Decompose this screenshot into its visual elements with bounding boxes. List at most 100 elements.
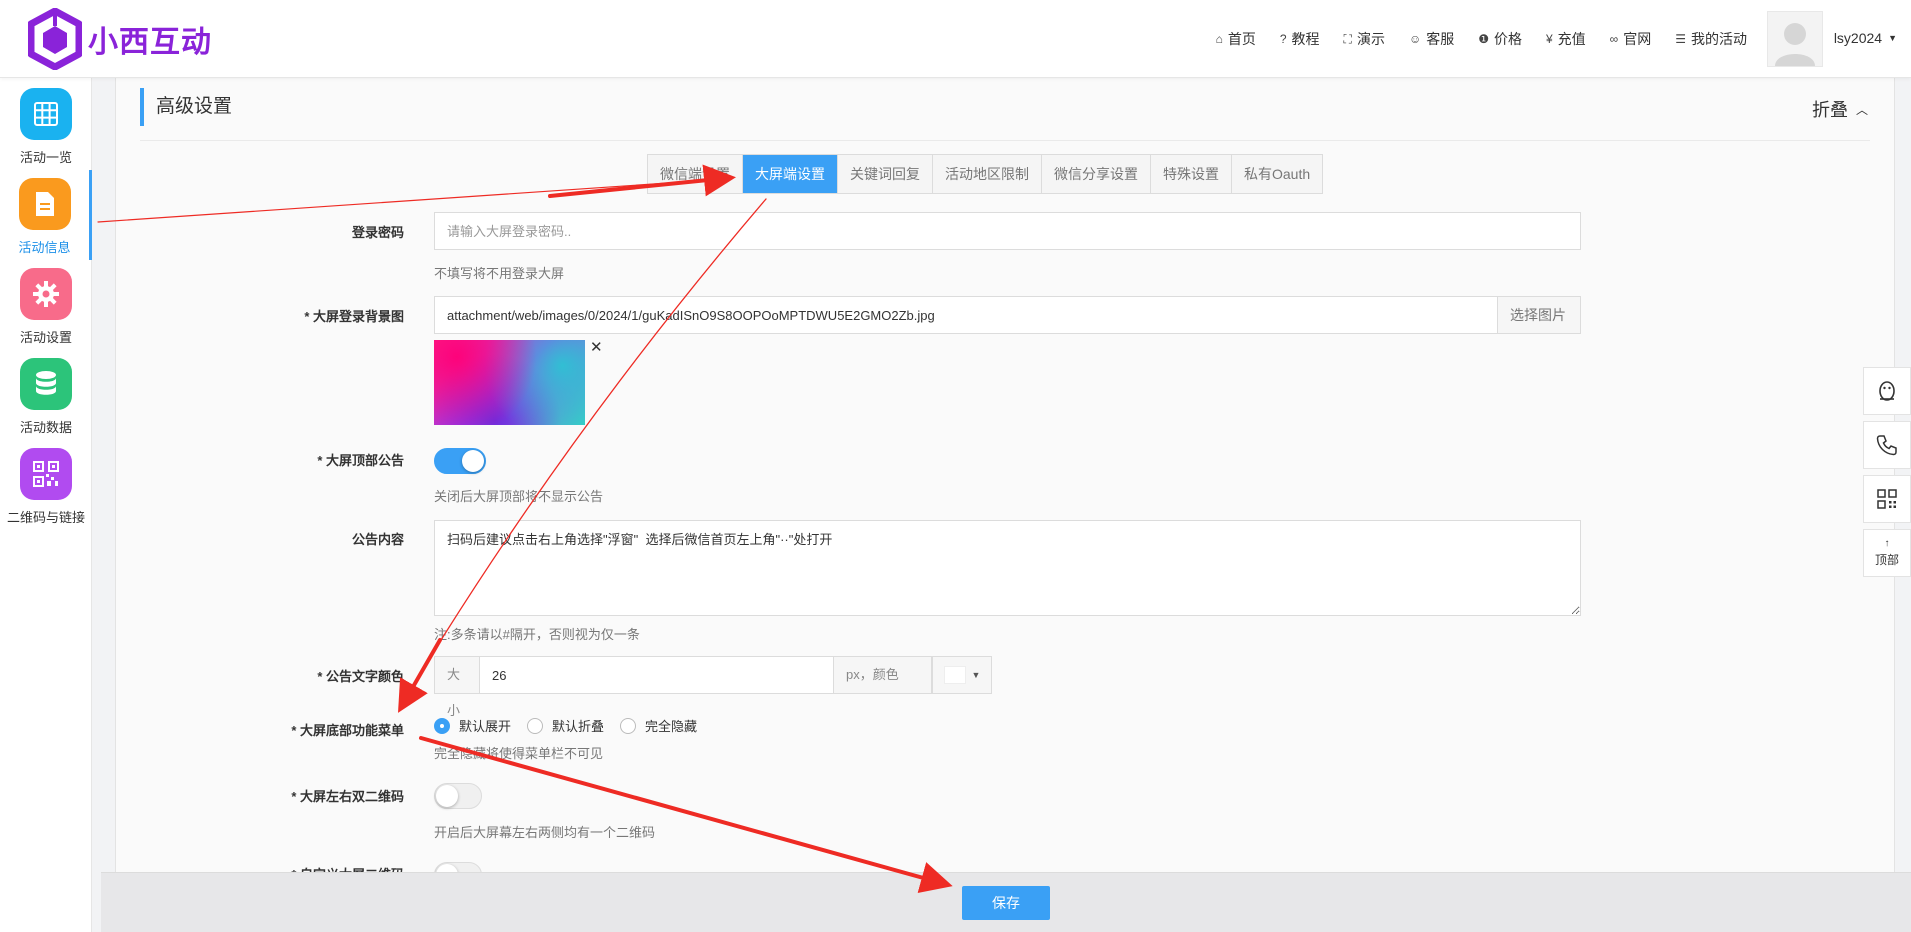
left-sidebar: 活动一览 活动信息 活动设置 活动数据 二维码与链接 (0, 78, 92, 932)
bottom-menu-radio-group: 默认展开 默认折叠 完全隐藏 (434, 716, 713, 735)
radio-dot (620, 717, 637, 734)
home-icon: ⌂ (1215, 32, 1223, 46)
qrcode-button[interactable] (1863, 475, 1911, 523)
nav-home[interactable]: ⌂ 首页 (1216, 29, 1256, 49)
user-menu[interactable]: lsy2024 ▼ (1834, 30, 1897, 46)
grid-icon (20, 88, 72, 140)
link-icon: ∞ (1609, 32, 1619, 46)
color-picker[interactable]: ▼ (932, 656, 992, 694)
tab-bigscreen-settings[interactable]: 大屏端设置 (743, 155, 838, 193)
yen-icon: ¥ (1545, 32, 1553, 46)
caret-down-icon: ▼ (1888, 33, 1897, 43)
nav-recharge[interactable]: ¥ 充值 (1546, 29, 1586, 49)
nav-service[interactable]: ☺ 客服 (1409, 29, 1454, 49)
sidebar-item-label: 活动信息 (18, 240, 71, 255)
login-password-input[interactable] (434, 212, 1581, 250)
avatar[interactable] (1767, 11, 1823, 67)
close-icon[interactable]: ✕ (590, 338, 603, 356)
toggle-knob (462, 450, 484, 472)
section-title: 高级设置 (140, 88, 232, 126)
brand-logo[interactable]: 小西互动 (28, 8, 212, 70)
tab-keyword-reply[interactable]: 关键词回复 (838, 155, 933, 193)
chevron-down-icon: ▼ (971, 670, 981, 680)
nav-label: 充值 (1557, 31, 1586, 47)
login-bg-label: * 大屏登录背景图 (304, 309, 404, 324)
nav-demo[interactable]: ⛶ 演示 (1344, 29, 1385, 49)
back-to-top-button[interactable]: ↑ 顶部 (1863, 529, 1911, 577)
sidebar-item-activity-data[interactable]: 活动数据 (0, 350, 92, 440)
toggle-knob (436, 785, 458, 807)
choose-image-button[interactable]: 选择图片 (1498, 296, 1581, 334)
advanced-settings-panel: 高级设置 折叠 ︿ 微信端设置 大屏端设置 关键词回复 活动地区限制 微信分享设… (115, 78, 1895, 888)
sidebar-item-activity-list[interactable]: 活动一览 (0, 80, 92, 170)
save-button[interactable]: 保存 (962, 886, 1050, 920)
nav-label: 首页 (1227, 31, 1256, 47)
brand-name: 小西互动 (88, 25, 212, 60)
nav-label: 教程 (1291, 31, 1320, 47)
cube-logo-icon (28, 8, 82, 70)
dual-qr-help: 开启后大屏幕左右两侧均有一个二维码 (434, 825, 656, 840)
sidebar-item-label: 活动设置 (19, 330, 72, 345)
top-notice-toggle[interactable] (434, 448, 486, 474)
radio-fully-hidden[interactable]: 完全隐藏 (620, 716, 697, 735)
radio-dot (527, 717, 544, 734)
help-circle-icon: ? (1279, 32, 1287, 46)
radio-default-expand[interactable]: 默认展开 (434, 716, 511, 735)
tab-wechat-settings[interactable]: 微信端设置 (648, 155, 743, 193)
tab-special-settings[interactable]: 特殊设置 (1151, 155, 1232, 193)
document-icon (18, 178, 71, 230)
tab-wechat-share[interactable]: 微信分享设置 (1042, 155, 1151, 193)
user-name: lsy2024 (1833, 30, 1883, 46)
radio-default-collapse[interactable]: 默认折叠 (527, 716, 604, 735)
sidebar-item-label: 二维码与链接 (6, 510, 85, 525)
radio-label: 默认折叠 (552, 719, 605, 734)
arrow-up-icon: ↑ (1884, 537, 1890, 549)
login-password-label: 登录密码 (351, 225, 404, 240)
fold-toggle[interactable]: 折叠 ︿ (1812, 96, 1868, 122)
top-notice-label: * 大屏顶部公告 (317, 453, 404, 468)
login-password-help: 不填写将不用登录大屏 (434, 266, 565, 281)
sidebar-item-label: 活动一览 (19, 150, 72, 165)
fullscreen-icon: ⛶ (1343, 31, 1352, 46)
font-size-input[interactable] (479, 656, 834, 694)
chevron-up-icon: ︿ (1855, 102, 1868, 117)
sidebar-item-qrcode-links[interactable]: 二维码与链接 (0, 440, 92, 530)
login-bg-path-input[interactable] (434, 296, 1498, 334)
notice-color-label: * 公告文字颜色 (317, 669, 404, 684)
size-addon: 大小 (434, 656, 480, 718)
nav-label: 客服 (1426, 31, 1455, 47)
bottom-menu-label: * 大屏底部功能菜单 (291, 723, 404, 738)
sidebar-item-activity-settings[interactable]: 活动设置 (0, 260, 92, 350)
database-icon (20, 358, 72, 410)
login-bg-thumbnail (434, 340, 585, 425)
unit-addon: px，颜色 (834, 656, 932, 694)
nav-price[interactable]: ❶ 价格 (1478, 29, 1522, 49)
footer-bar: 保存 (101, 872, 1911, 932)
user-silhouette-icon (1775, 23, 1815, 66)
nav-my-activities[interactable]: ☰ 我的活动 (1675, 29, 1747, 49)
color-swatch (943, 666, 966, 684)
dual-qr-label: * 大屏左右双二维码 (291, 789, 404, 804)
nav-label: 我的活动 (1691, 31, 1747, 47)
notice-content-label: 公告内容 (351, 532, 404, 547)
tab-region-limit[interactable]: 活动地区限制 (933, 155, 1042, 193)
smile-icon: ☺ (1408, 32, 1422, 46)
nav-tutorial[interactable]: ? 教程 (1280, 29, 1320, 49)
nav-label: 官网 (1623, 31, 1652, 47)
settings-tabs: 微信端设置 大屏端设置 关键词回复 活动地区限制 微信分享设置 特殊设置 私有O… (647, 154, 1324, 194)
sidebar-item-activity-info[interactable]: 活动信息 (0, 170, 92, 260)
tab-private-oauth[interactable]: 私有Oauth (1232, 155, 1322, 193)
info-icon: ❶ (1478, 32, 1489, 46)
sidebar-item-label: 活动数据 (19, 420, 72, 435)
dual-qr-toggle[interactable] (434, 783, 482, 809)
penguin-icon (1879, 381, 1895, 401)
list-icon: ☰ (1675, 32, 1686, 46)
back-to-top-label: 顶部 (1874, 552, 1899, 567)
phone-button[interactable] (1863, 421, 1911, 469)
qq-service-button[interactable] (1863, 367, 1911, 415)
nav-official-site[interactable]: ∞ 官网 (1610, 29, 1652, 49)
bottom-menu-help: 完全隐藏将使得菜单栏不可见 (434, 746, 604, 761)
qrcode-icon (1877, 489, 1897, 509)
notice-content-textarea[interactable] (434, 520, 1581, 616)
phone-icon (1876, 435, 1897, 456)
